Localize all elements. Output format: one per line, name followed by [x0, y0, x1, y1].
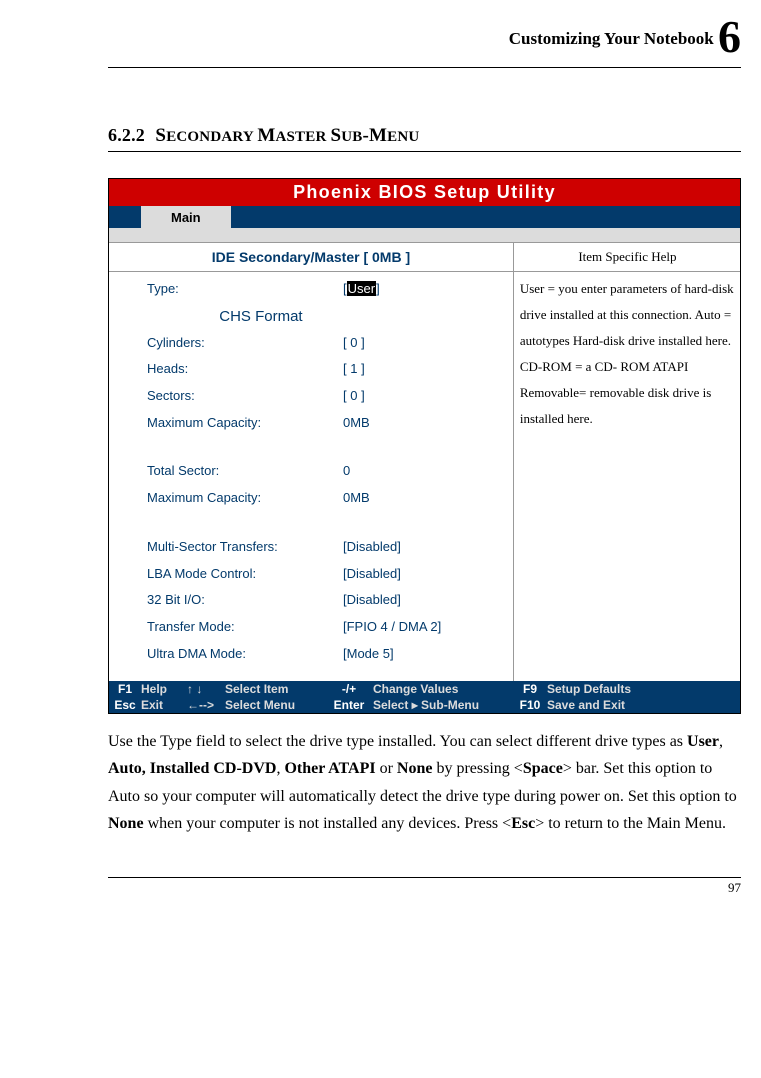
chapter-number: 6	[718, 11, 741, 62]
key-f10: F10	[513, 698, 547, 712]
tmode-value: [FPIO 4 / DMA 2]	[343, 615, 513, 640]
row-lba[interactable]: LBA Mode Control: [Disabled]	[109, 561, 513, 588]
row-mst[interactable]: Multi-Sector Transfers: [Disabled]	[109, 534, 513, 561]
bit32-label: 32 Bit I/O:	[147, 588, 343, 613]
page: Customizing Your Notebook 6 6.2.2 SECOND…	[0, 0, 761, 912]
key-enter: Enter	[325, 698, 373, 712]
sectors-label: Sectors:	[147, 384, 343, 409]
totalsec-value: 0	[343, 459, 513, 484]
lba-value: [Disabled]	[343, 562, 513, 587]
spacer	[109, 512, 513, 534]
label-select-item: Select Item	[225, 682, 325, 696]
row-tmode[interactable]: Transfer Mode: [FPIO 4 / DMA 2]	[109, 614, 513, 641]
row-cylinders[interactable]: Cylinders: [ 0 ]	[109, 330, 513, 357]
heads-value: [ 1 ]	[343, 357, 513, 382]
bios-content: Type: [User] CHS Format Cylinders: [ 0 ]…	[109, 271, 740, 681]
header-title: Customizing Your Notebook	[509, 29, 714, 48]
section-heading: 6.2.2 SECONDARY MASTER SUB-MENU	[108, 124, 741, 152]
type-label: Type:	[147, 277, 343, 302]
maxcap2-label: Maximum Capacity:	[147, 486, 343, 511]
label-help: Help	[141, 682, 187, 696]
bios-utility-box: Phoenix BIOS Setup Utility Main IDE Seco…	[108, 178, 741, 714]
spacer	[109, 436, 513, 458]
tab-main[interactable]: Main	[141, 206, 231, 228]
type-value: [User]	[343, 277, 513, 302]
sectors-value: [ 0 ]	[343, 384, 513, 409]
heads-label: Heads:	[147, 357, 343, 382]
label-change-values: Change Values	[373, 682, 513, 696]
arrows-up-down-icon: ↑ ↓	[187, 682, 225, 696]
section-number: 6.2.2	[108, 125, 145, 145]
bios-subheader: IDE Secondary/Master [ 0MB ] Item Specif…	[109, 242, 740, 271]
body-paragraph: Use the Type field to select the drive t…	[108, 728, 741, 837]
mst-value: [Disabled]	[343, 535, 513, 560]
key-esc: Esc	[109, 698, 141, 712]
label-select-menu: Select Menu	[225, 698, 325, 712]
row-maxcap2: Maximum Capacity: 0MB	[109, 485, 513, 512]
cylinders-label: Cylinders:	[147, 331, 343, 356]
help-text: User = you enter parameters of hard-disk…	[520, 276, 747, 432]
row-maxcap1: Maximum Capacity: 0MB	[109, 410, 513, 437]
lba-label: LBA Mode Control:	[147, 562, 343, 587]
row-32bit[interactable]: 32 Bit I/O: [Disabled]	[109, 587, 513, 614]
bios-menu-bar: Main	[109, 206, 740, 228]
page-header: Customizing Your Notebook 6	[108, 10, 741, 68]
label-save-exit: Save and Exit	[547, 698, 740, 712]
row-type[interactable]: Type: [User]	[109, 276, 513, 303]
row-heads[interactable]: Heads: [ 1 ]	[109, 356, 513, 383]
key-plus-minus: -/+	[325, 682, 373, 696]
totalsec-label: Total Sector:	[147, 459, 343, 484]
tmode-label: Transfer Mode:	[147, 615, 343, 640]
ide-header: IDE Secondary/Master [ 0MB ]	[109, 243, 513, 271]
key-f1: F1	[109, 682, 141, 696]
key-f9: F9	[513, 682, 547, 696]
maxcap1-value: 0MB	[343, 411, 513, 436]
udma-label: Ultra DMA Mode:	[147, 642, 343, 667]
bit32-value: [Disabled]	[343, 588, 513, 613]
mst-label: Multi-Sector Transfers:	[147, 535, 343, 560]
maxcap1-label: Maximum Capacity:	[147, 411, 343, 436]
page-footer: 97	[108, 877, 741, 902]
bios-title: Phoenix BIOS Setup Utility	[109, 179, 740, 206]
bios-footer: F1 Help ↑ ↓ Select Item -/+ Change Value…	[109, 681, 740, 713]
page-number: 97	[728, 880, 741, 895]
label-exit: Exit	[141, 698, 187, 712]
settings-panel: Type: [User] CHS Format Cylinders: [ 0 ]…	[109, 272, 513, 681]
row-udma[interactable]: Ultra DMA Mode: [Mode 5]	[109, 641, 513, 668]
row-totalsector: Total Sector: 0	[109, 458, 513, 485]
arrows-left-right-icon: ←-->	[187, 698, 225, 712]
spacer-row	[109, 228, 740, 242]
maxcap2-value: 0MB	[343, 486, 513, 511]
help-header: Item Specific Help	[513, 243, 741, 271]
chs-format-label: CHS Format	[109, 303, 513, 330]
label-setup-defaults: Setup Defaults	[547, 682, 740, 696]
cylinders-value: [ 0 ]	[343, 331, 513, 356]
udma-value: [Mode 5]	[343, 642, 513, 667]
label-select-submenu: Select ▸ Sub-Menu	[373, 698, 513, 712]
help-panel: User = you enter parameters of hard-disk…	[513, 272, 753, 681]
row-sectors[interactable]: Sectors: [ 0 ]	[109, 383, 513, 410]
